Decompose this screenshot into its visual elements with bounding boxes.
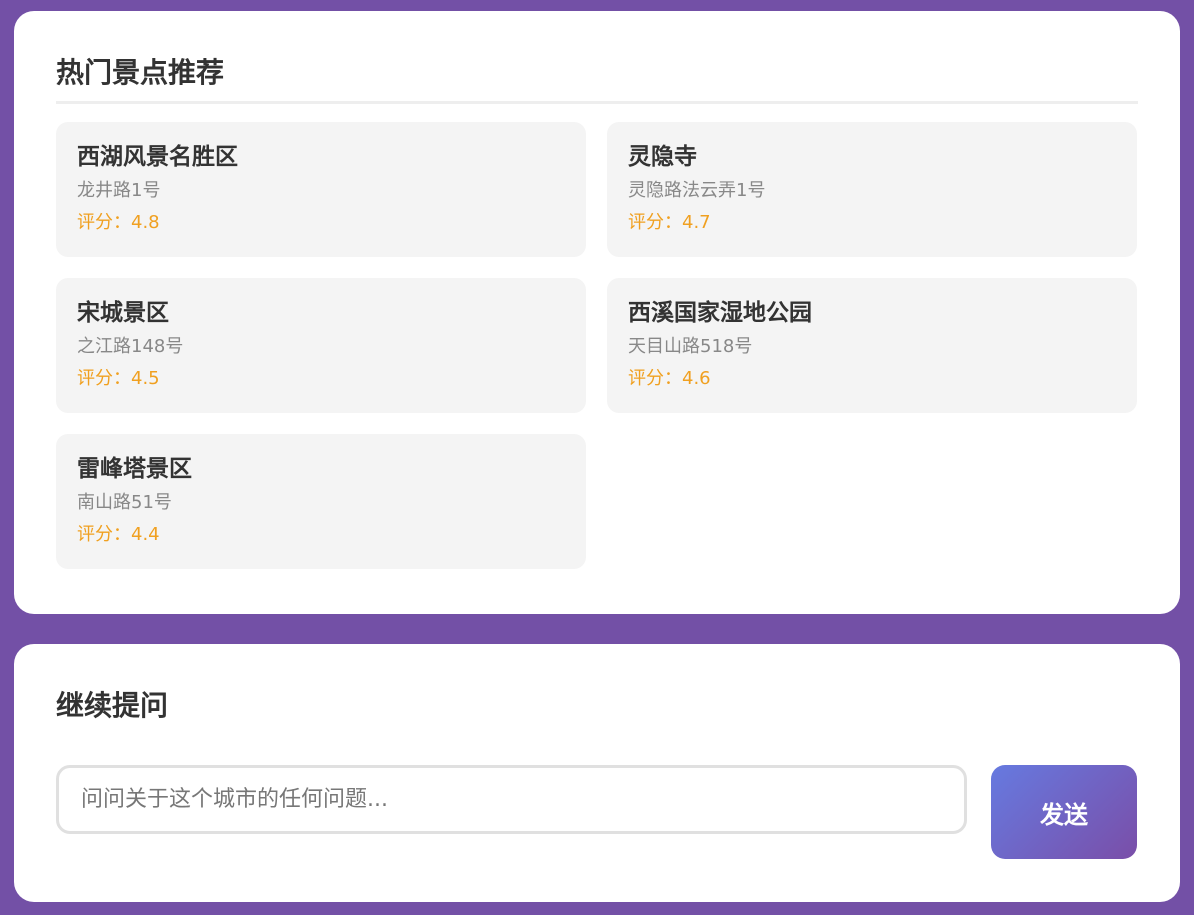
recommend-title: 热门景点推荐 <box>56 11 1138 104</box>
spot-rating: 评分：4.5 <box>77 368 160 390</box>
recommend-panel: 热门景点推荐 西湖风景名胜区 龙井路1号 评分：4.8 灵隐寺 灵隐路法云弄1号… <box>14 11 1180 614</box>
ask-row: 发送 <box>56 765 1137 859</box>
spot-card[interactable]: 西溪国家湿地公园 天目山路518号 评分：4.6 <box>607 278 1137 413</box>
spot-address: 灵隐路法云弄1号 <box>628 179 766 201</box>
spot-rating: 评分：4.7 <box>628 212 711 234</box>
question-input[interactable] <box>56 765 967 834</box>
ask-title: 继续提问 <box>56 689 169 722</box>
spot-name: 灵隐寺 <box>628 144 697 170</box>
ask-panel: 继续提问 发送 <box>14 644 1180 902</box>
spot-card[interactable]: 西湖风景名胜区 龙井路1号 评分：4.8 <box>56 122 586 257</box>
spot-card[interactable]: 宋城景区 之江路148号 评分：4.5 <box>56 278 586 413</box>
spot-rating: 评分：4.4 <box>77 524 160 546</box>
send-button[interactable]: 发送 <box>991 765 1137 859</box>
spot-name: 西湖风景名胜区 <box>77 144 238 170</box>
spot-card[interactable]: 雷峰塔景区 南山路51号 评分：4.4 <box>56 434 586 569</box>
spot-grid: 西湖风景名胜区 龙井路1号 评分：4.8 灵隐寺 灵隐路法云弄1号 评分：4.7… <box>56 122 1138 569</box>
spot-name: 雷峰塔景区 <box>77 456 192 482</box>
spot-address: 之江路148号 <box>77 335 184 357</box>
spot-name: 宋城景区 <box>77 300 169 326</box>
spot-card[interactable]: 灵隐寺 灵隐路法云弄1号 评分：4.7 <box>607 122 1137 257</box>
spot-address: 龙井路1号 <box>77 179 161 201</box>
spot-name: 西溪国家湿地公园 <box>628 300 812 326</box>
spot-rating: 评分：4.6 <box>628 368 711 390</box>
spot-address: 天目山路518号 <box>628 335 753 357</box>
spot-address: 南山路51号 <box>77 491 172 513</box>
spot-rating: 评分：4.8 <box>77 212 160 234</box>
